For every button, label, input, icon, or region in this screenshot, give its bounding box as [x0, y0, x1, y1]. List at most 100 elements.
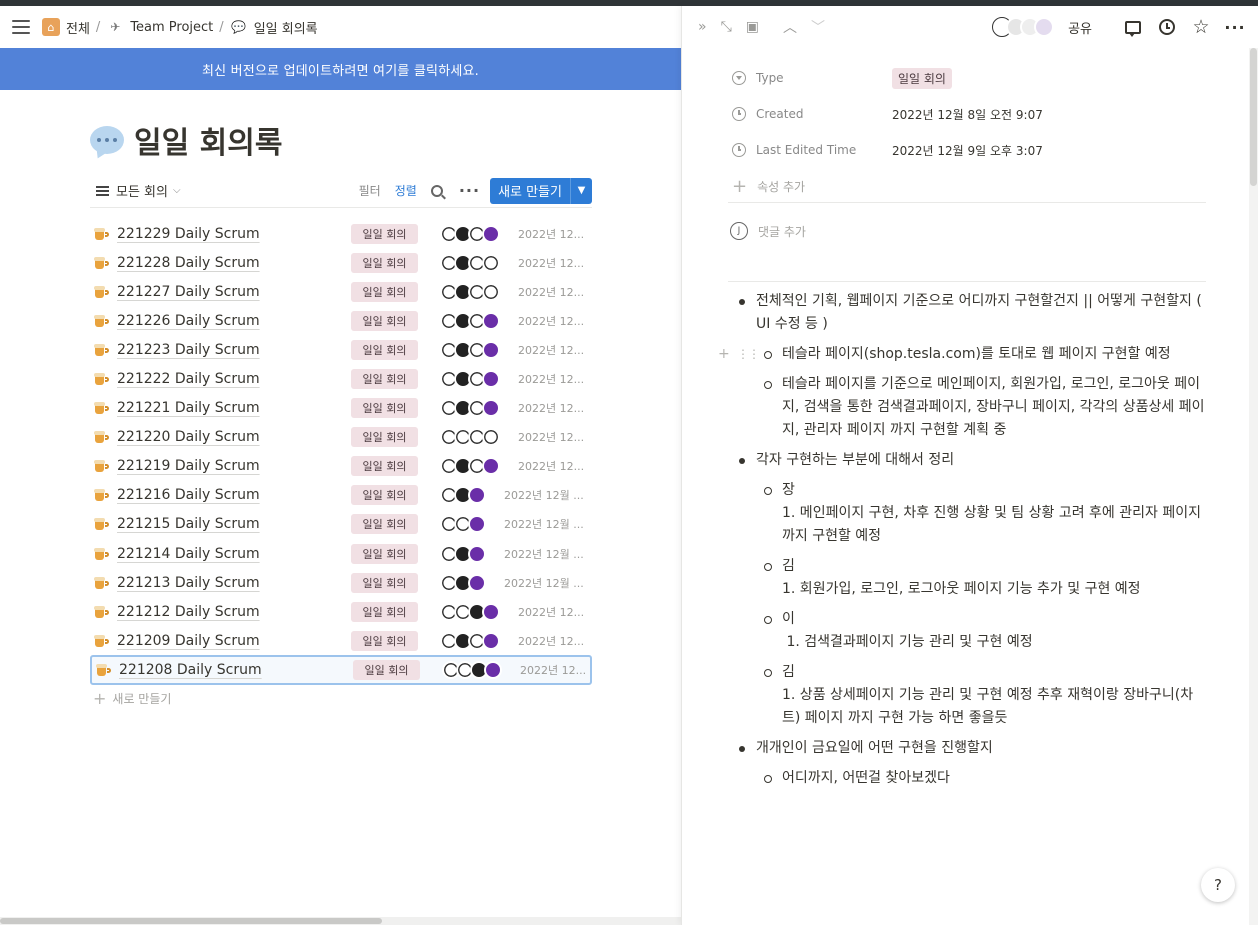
row-title[interactable]: 221219 Daily Scrum — [117, 458, 351, 474]
chevron-down-icon[interactable]: ▼ — [570, 177, 592, 204]
table-row[interactable]: 221227 Daily Scrum 일일 회의 2022년 12... — [90, 277, 592, 306]
row-title[interactable]: 221229 Daily Scrum — [117, 226, 351, 242]
table-row[interactable]: 221219 Daily Scrum 일일 회의 2022년 12... — [90, 452, 592, 481]
row-title[interactable]: 221215 Daily Scrum — [117, 516, 351, 532]
row-title[interactable]: 221209 Daily Scrum — [117, 633, 351, 649]
star-icon[interactable]: ☆ — [1192, 16, 1210, 38]
search-icon[interactable] — [430, 184, 443, 197]
participant-avatars[interactable] — [440, 544, 502, 564]
participant-avatars[interactable] — [440, 602, 502, 622]
table-row[interactable]: 221213 Daily Scrum 일일 회의 2022년 12월 ... — [90, 568, 592, 597]
bullet-item[interactable]: 전체적인 기획, 웹페이지 기준으로 어디까지 구현할건지 || 어떻게 구현할… — [734, 290, 1206, 336]
more-options-icon[interactable]: ··· — [1224, 18, 1244, 37]
beer-mug-icon — [95, 663, 111, 677]
chevron-down-icon[interactable]: ﹀ — [811, 17, 825, 37]
row-title[interactable]: 221216 Daily Scrum — [117, 487, 351, 503]
participant-avatars[interactable] — [440, 573, 502, 593]
top-bar: ⌂ 전체 / ✈ Team Project / 💬 일일 회의록 — [0, 6, 681, 48]
sort-button[interactable]: 정렬 — [395, 182, 417, 199]
table-row[interactable]: 221209 Daily Scrum 일일 회의 2022년 12... — [90, 626, 592, 655]
participant-avatars[interactable] — [440, 340, 502, 360]
table-row[interactable]: 221221 Daily Scrum 일일 회의 2022년 12... — [90, 394, 592, 423]
help-button[interactable]: ? — [1201, 868, 1235, 902]
collaborator-avatars[interactable] — [992, 16, 1058, 38]
breadcrumb-item-all[interactable]: 전체 — [66, 18, 90, 37]
scrollbar-thumb[interactable] — [1250, 48, 1257, 186]
participant-avatars[interactable] — [442, 660, 504, 680]
participant-avatars[interactable] — [440, 631, 502, 651]
table-row[interactable]: 221229 Daily Scrum 일일 회의 2022년 12... — [90, 219, 592, 248]
table-row[interactable]: 221220 Daily Scrum 일일 회의 2022년 12... — [90, 423, 592, 452]
vertical-scrollbar[interactable] — [1249, 48, 1258, 925]
participant-avatars[interactable] — [440, 311, 502, 331]
add-property-button[interactable]: + 속성 추가 — [732, 168, 1212, 204]
drag-handle-icon[interactable]: ⋮⋮ — [737, 343, 760, 366]
more-options-icon[interactable]: ··· — [459, 181, 480, 200]
sub-bullet-item[interactable]: + ⋮⋮ 테슬라 페이지(shop.tesla.com)를 토대로 웹 페이지 … — [718, 343, 1206, 366]
table-row[interactable]: 221228 Daily Scrum 일일 회의 2022년 12... — [90, 248, 592, 277]
table-row[interactable]: 221215 Daily Scrum 일일 회의 2022년 12월 ... — [90, 510, 592, 539]
row-title[interactable]: 221208 Daily Scrum — [119, 662, 353, 678]
member-name: 이 — [782, 611, 795, 627]
row-title[interactable]: 221227 Daily Scrum — [117, 284, 351, 300]
row-title[interactable]: 221213 Daily Scrum — [117, 575, 351, 591]
participant-avatars[interactable] — [440, 253, 502, 273]
sub-bullet-item[interactable]: 장 1. 메인페이지 구현, 차후 진행 상황 및 팀 상황 고려 후에 관리자… — [734, 479, 1206, 548]
table-row[interactable]: 221226 Daily Scrum 일일 회의 2022년 12... — [90, 306, 592, 335]
open-as-page-icon[interactable]: ▣ — [746, 19, 759, 35]
participant-avatars[interactable] — [440, 398, 502, 418]
row-title[interactable]: 221221 Daily Scrum — [117, 400, 351, 416]
update-banner[interactable]: 최신 버전으로 업데이트하려면 여기를 클릭하세요. — [0, 48, 681, 90]
bullet-item[interactable]: 각자 구현하는 부분에 대해서 정리 — [734, 449, 1206, 472]
breadcrumb-item-meetings[interactable]: 일일 회의록 — [254, 18, 318, 37]
sub-bullet-item[interactable]: 김 1. 상품 상세페이지 기능 관리 및 구현 예정 추후 재혁이랑 장바구니… — [734, 661, 1206, 730]
horizontal-scrollbar[interactable] — [0, 917, 681, 925]
table-row[interactable]: 221223 Daily Scrum 일일 회의 2022년 12... — [90, 335, 592, 364]
breadcrumb-item-team-project[interactable]: Team Project — [130, 20, 213, 35]
type-tag[interactable]: 일일 회의 — [892, 67, 952, 89]
sub-bullet-item[interactable]: 테슬라 페이지를 기준으로 메인페이지, 회원가입, 로그인, 로그아웃 페이지… — [734, 373, 1206, 442]
participant-avatars[interactable] — [440, 369, 502, 389]
new-button[interactable]: 새로 만들기 ▼ — [490, 177, 592, 204]
row-title[interactable]: 221223 Daily Scrum — [117, 342, 351, 358]
row-title[interactable]: 221214 Daily Scrum — [117, 546, 351, 562]
menu-icon[interactable] — [12, 20, 30, 34]
row-title[interactable]: 221222 Daily Scrum — [117, 371, 351, 387]
table-row[interactable]: 221216 Daily Scrum 일일 회의 2022년 12월 ... — [90, 481, 592, 510]
add-comment[interactable]: J 댓글 추가 — [730, 222, 806, 240]
page-title[interactable]: 일일 회의록 — [134, 118, 282, 162]
view-selector[interactable]: 모든 회의 ⌵ — [90, 181, 181, 200]
comments-icon[interactable] — [1124, 18, 1142, 37]
table-row[interactable]: 221214 Daily Scrum 일일 회의 2022년 12월 ... — [90, 539, 592, 568]
participant-avatars[interactable] — [440, 485, 502, 505]
participant-avatars[interactable] — [440, 224, 502, 244]
page-content[interactable]: 전체적인 기획, 웹페이지 기준으로 어디까지 구현할건지 || 어떻게 구현할… — [718, 290, 1206, 797]
share-button[interactable]: 공유 — [1068, 18, 1092, 37]
sub-bullet-item[interactable]: 김 1. 회원가입, 로그인, 로그아웃 페이지 기능 추가 및 구현 예정 — [734, 555, 1206, 601]
history-clock-icon[interactable] — [1158, 18, 1176, 36]
row-title[interactable]: 221228 Daily Scrum — [117, 255, 351, 271]
add-row-button[interactable]: + 새로 만들기 — [90, 689, 592, 708]
participant-avatars[interactable] — [440, 514, 502, 534]
chevron-up-icon[interactable]: ︿ — [783, 17, 797, 37]
row-title[interactable]: 221220 Daily Scrum — [117, 429, 351, 445]
table-row[interactable]: 221212 Daily Scrum 일일 회의 2022년 12... — [90, 597, 592, 626]
row-title[interactable]: 221226 Daily Scrum — [117, 313, 351, 329]
sub-bullet-item[interactable]: 어디까지, 어떤걸 찾아보겠다 — [734, 767, 1206, 790]
bullet-item[interactable]: 개개인이 금요일에 어떤 구현을 진행할지 — [734, 737, 1206, 760]
select-arrow-icon — [732, 71, 746, 85]
scrollbar-thumb[interactable] — [0, 918, 382, 924]
list-icon — [96, 185, 109, 196]
filter-button[interactable]: 필터 — [359, 182, 381, 199]
expand-icon[interactable]: ⤡ — [721, 19, 732, 35]
participant-avatars[interactable] — [440, 427, 502, 447]
add-block-icon[interactable]: + — [718, 343, 730, 366]
sub-bullet-item[interactable]: 이 1. 검색결과페이지 기능 관리 및 구현 예정 — [734, 608, 1206, 654]
table-row[interactable]: 221222 Daily Scrum 일일 회의 2022년 12... — [90, 364, 592, 393]
new-button-label[interactable]: 새로 만들기 — [490, 178, 570, 204]
table-row[interactable]: 221208 Daily Scrum 일일 회의 2022년 12... — [90, 655, 592, 685]
collapse-panel-icon[interactable]: » — [698, 19, 707, 35]
row-title[interactable]: 221212 Daily Scrum — [117, 604, 351, 620]
participant-avatars[interactable] — [440, 282, 502, 302]
participant-avatars[interactable] — [440, 456, 502, 476]
